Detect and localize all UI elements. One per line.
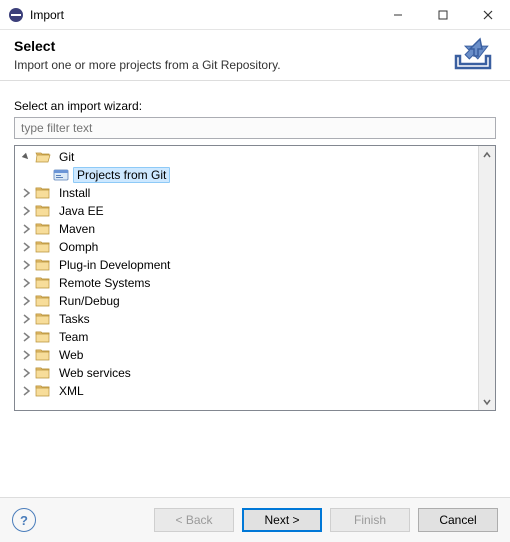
back-button[interactable]: < Back: [154, 508, 234, 532]
cancel-button[interactable]: Cancel: [418, 508, 498, 532]
banner-description: Import one or more projects from a Git R…: [14, 58, 450, 72]
chevron-right-icon[interactable]: [19, 294, 33, 308]
tree-item-label: Git: [55, 149, 78, 165]
wizard-tree[interactable]: Git Projects from Git Install Java EE Maven O…: [15, 146, 478, 410]
tree-item-label: Java EE: [55, 203, 108, 219]
tree-item[interactable]: Projects from Git: [15, 166, 478, 184]
tree-folder[interactable]: Git: [15, 148, 478, 166]
tree-item-label: Install: [55, 185, 94, 201]
folder-icon: [35, 311, 51, 327]
app-icon: [6, 5, 26, 25]
tree-folder[interactable]: Maven: [15, 220, 478, 238]
chevron-right-icon[interactable]: [19, 240, 33, 254]
window-title: Import: [30, 8, 375, 22]
tree-item-label: Plug-in Development: [55, 257, 174, 273]
help-button[interactable]: ?: [12, 508, 36, 532]
folder-icon: [35, 383, 51, 399]
chevron-down-icon[interactable]: [19, 150, 33, 164]
close-button[interactable]: [465, 0, 510, 30]
vertical-scrollbar[interactable]: [478, 146, 495, 410]
tree-folder[interactable]: Tasks: [15, 310, 478, 328]
chevron-right-icon[interactable]: [37, 168, 51, 182]
tree-item-label: Run/Debug: [55, 293, 124, 309]
tree-folder[interactable]: Oomph: [15, 238, 478, 256]
scroll-down-button[interactable]: [479, 393, 495, 410]
chevron-right-icon[interactable]: [19, 276, 33, 290]
chevron-right-icon[interactable]: [19, 330, 33, 344]
folder-icon: [35, 329, 51, 345]
tree-item-label: Remote Systems: [55, 275, 154, 291]
chevron-right-icon[interactable]: [19, 222, 33, 236]
tree-folder[interactable]: Remote Systems: [15, 274, 478, 292]
chevron-right-icon[interactable]: [19, 384, 33, 398]
import-icon: [450, 36, 496, 72]
dialog-body: Select an import wizard: Git Projects fro…: [0, 81, 510, 419]
wizard-select-label: Select an import wizard:: [14, 99, 496, 113]
minimize-button[interactable]: [375, 0, 420, 30]
titlebar: Import: [0, 0, 510, 30]
tree-item-label: Web: [55, 347, 87, 363]
chevron-right-icon[interactable]: [19, 186, 33, 200]
folder-icon: [35, 239, 51, 255]
chevron-right-icon[interactable]: [19, 312, 33, 326]
tree-folder[interactable]: Web: [15, 346, 478, 364]
tree-folder[interactable]: Web services: [15, 364, 478, 382]
wizard-icon: [53, 167, 69, 183]
folder-icon: [35, 257, 51, 273]
folder-icon: [35, 185, 51, 201]
tree-item-label: Tasks: [55, 311, 94, 327]
tree-folder[interactable]: Team: [15, 328, 478, 346]
chevron-right-icon[interactable]: [19, 348, 33, 362]
folder-icon: [35, 347, 51, 363]
next-button[interactable]: Next >: [242, 508, 322, 532]
dialog-banner: Select Import one or more projects from …: [0, 30, 510, 81]
folder-icon: [35, 203, 51, 219]
tree-item-label: Team: [55, 329, 92, 345]
tree-folder[interactable]: Install: [15, 184, 478, 202]
button-bar: ? < Back Next > Finish Cancel: [0, 497, 510, 542]
filter-input[interactable]: [14, 117, 496, 139]
banner-heading: Select: [14, 38, 450, 54]
tree-folder[interactable]: XML: [15, 382, 478, 400]
tree-item-label: Maven: [55, 221, 99, 237]
finish-button[interactable]: Finish: [330, 508, 410, 532]
tree-folder[interactable]: Run/Debug: [15, 292, 478, 310]
tree-folder[interactable]: Plug-in Development: [15, 256, 478, 274]
folder-icon: [35, 221, 51, 237]
folder-icon: [35, 365, 51, 381]
folder-icon: [35, 293, 51, 309]
chevron-right-icon[interactable]: [19, 204, 33, 218]
chevron-right-icon[interactable]: [19, 366, 33, 380]
wizard-tree-container: Git Projects from Git Install Java EE Maven O…: [14, 145, 496, 411]
tree-folder[interactable]: Java EE: [15, 202, 478, 220]
maximize-button[interactable]: [420, 0, 465, 30]
tree-item-label: Web services: [55, 365, 135, 381]
folder-icon: [35, 275, 51, 291]
folder-icon: [35, 149, 51, 165]
tree-item-label: Projects from Git: [73, 167, 170, 183]
chevron-right-icon[interactable]: [19, 258, 33, 272]
scroll-up-button[interactable]: [479, 146, 495, 163]
window-buttons: [375, 0, 510, 30]
tree-item-label: XML: [55, 383, 88, 399]
tree-item-label: Oomph: [55, 239, 102, 255]
